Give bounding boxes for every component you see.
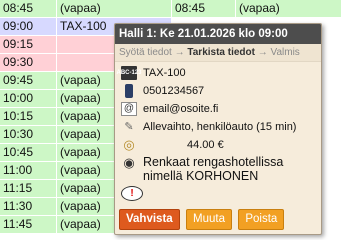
step-review-details: Tarkista tiedot [187,47,255,58]
slot-time: 08:45 [172,0,235,18]
email-row: @ email@osoite.fi [115,100,321,118]
license-plate-icon: ABC-123 [117,66,142,80]
slot-time: 09:00 [0,18,56,36]
price-row: ◎ 44.00 € [115,136,321,154]
registration-value: TAX-100 [143,67,186,79]
speech-bubble-icon[interactable]: ! [121,186,143,201]
modify-button[interactable]: Muuta [186,209,232,230]
service-value: Allevaihto, henkilöauto (15 min) [143,121,297,133]
step-arrow: → [174,47,185,58]
slot-time: 09:30 [0,54,56,72]
step-enter-details: Syötä tiedot [119,47,172,58]
slot-time: 11:15 [0,180,56,198]
step-done: Valmis [270,47,300,58]
popup-actions: Vahvista Muuta Poista [119,209,287,230]
slot-label[interactable]: (vapaa) [236,0,341,18]
tyre-icon: ◉ [123,155,135,170]
note-value: Renkaat rengashotellissa nimellä KORHONE… [143,155,284,183]
coins-icon: ◎ [123,137,135,152]
slot-time: 10:30 [0,126,56,144]
note-row: ◉ Renkaat rengashotellissa nimellä KORHO… [115,155,321,183]
booking-confirmation-popup: Halli 1: Ke 21.01.2026 klo 09:00 Syötä t… [114,23,322,235]
time-slot-row[interactable]: 08:45 (vapaa) 08:45 (vapaa) [0,0,341,18]
confirm-button[interactable]: Vahvista [119,209,180,230]
phone-value: 0501234567 [143,85,205,97]
slot-time: 10:15 [0,108,56,126]
at-sign-icon: @ [121,102,137,116]
email-value: email@osoite.fi [143,103,219,115]
price-value: 44.00 € [187,139,224,151]
step-arrow: → [257,47,268,58]
slot-time: 11:30 [0,198,56,216]
slot-time: 10:00 [0,90,56,108]
phone-row: 0501234567 [115,82,321,100]
progress-steps: Syötä tiedot → Tarkista tiedot → Valmis [115,44,321,62]
mobile-phone-icon [125,84,133,98]
registration-row: ABC-123 TAX-100 [115,64,321,82]
slot-time: 11:45 [0,216,56,234]
slot-time: 10:45 [0,144,56,162]
slot-time: 08:45 [0,0,56,18]
slot-time: 11:00 [0,162,56,180]
slot-time: 09:15 [0,36,56,54]
popup-title: Halli 1: Ke 21.01.2026 klo 09:00 [115,24,321,44]
service-row: ✎ Allevaihto, henkilöauto (15 min) [115,118,321,136]
slot-label[interactable]: (vapaa) [57,0,171,18]
slot-time: 09:45 [0,72,56,90]
tools-icon: ✎ [124,121,134,133]
comment-row: ! [115,183,321,203]
delete-button[interactable]: Poista [238,209,285,230]
